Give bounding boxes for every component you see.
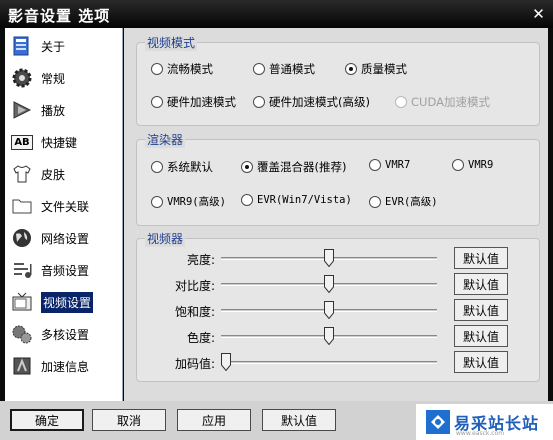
radio-dot [369, 195, 381, 208]
reset-defaults-button[interactable]: 默认值 [262, 409, 336, 431]
sidebar-item-about[interactable]: 关于 [5, 30, 123, 62]
sidebar-item-network[interactable]: 网络设置 [5, 222, 123, 254]
radio-dot-selected [241, 161, 253, 173]
slider-row-gain: 加码值: 默认值 [137, 351, 541, 373]
radio-renderer-vmr9[interactable]: VMR9 [452, 159, 493, 171]
sidebar-item-label: 文件关联 [41, 199, 90, 214]
sidebar: 关于 常规 播放 AB 快捷键 皮肤 文件关联 网络设置 音频设置 视频设置 多… [5, 28, 123, 401]
slider-row-brightness: 亮度: 默认值 [137, 247, 541, 269]
video-mode-group: 视频模式 流畅模式 普通模式 质量模式 硬件加速模式 硬件加速模式(高级) CU… [136, 34, 540, 126]
radio-hw-accel[interactable]: 硬件加速模式 [151, 94, 236, 110]
slider-thumb[interactable] [324, 301, 334, 319]
settings-panel: 视频模式 流畅模式 普通模式 质量模式 硬件加速模式 硬件加速模式(高级) CU… [124, 28, 548, 401]
radio-cuda-accel: CUDA加速模式 [395, 94, 490, 110]
radio-renderer-overlay-mixer[interactable]: 覆盖混合器(推荐) [241, 159, 346, 175]
tv-icon [10, 290, 34, 314]
radio-quality-mode[interactable]: 质量模式 [345, 61, 407, 77]
keyboard-icon: AB [10, 130, 34, 154]
gain-default-button[interactable]: 默认值 [454, 351, 508, 373]
slider-label: 对比度: [174, 279, 215, 293]
info-icon [10, 34, 34, 58]
radio-renderer-vmr9-advanced[interactable]: VMR9(高级) [151, 194, 226, 209]
sidebar-item-play[interactable]: 播放 [5, 94, 123, 126]
globe-icon [10, 226, 34, 250]
radio-smooth-mode[interactable]: 流畅模式 [151, 61, 213, 77]
radio-dot [452, 159, 464, 171]
radio-dot [151, 195, 163, 208]
slider-label: 亮度: [186, 253, 215, 267]
slider-label: 饱和度: [174, 305, 215, 319]
slider-track[interactable] [221, 361, 437, 364]
group-title: 视频器 [145, 230, 186, 247]
sidebar-item-label: 视频设置 [41, 291, 94, 313]
sidebar-item-audio[interactable]: 音频设置 [5, 254, 123, 286]
brightness-default-button[interactable]: 默认值 [454, 247, 508, 269]
radio-renderer-system-default[interactable]: 系统默认 [151, 159, 213, 175]
watermark-subtext: www.easck.com [456, 430, 505, 437]
sidebar-item-skin[interactable]: 皮肤 [5, 158, 123, 190]
slider-row-saturation: 饱和度: 默认值 [137, 299, 541, 321]
contrast-default-button[interactable]: 默认值 [454, 273, 508, 295]
multicore-icon [10, 322, 34, 346]
sidebar-item-label: 加速信息 [41, 359, 90, 374]
cancel-button[interactable]: 取消 [92, 409, 166, 431]
ok-button[interactable]: 确定 [10, 409, 84, 431]
audio-icon [10, 258, 34, 282]
sidebar-item-label: 皮肤 [41, 167, 66, 182]
shirt-icon [10, 162, 34, 186]
slider-row-contrast: 对比度: 默认值 [137, 273, 541, 295]
radio-dot [253, 63, 265, 75]
window-title: 影音设置 选项 [8, 7, 111, 25]
sidebar-item-file-assoc[interactable]: 文件关联 [5, 190, 123, 222]
gear-icon [10, 66, 34, 90]
slider-thumb[interactable] [324, 327, 334, 345]
radio-dot [151, 63, 163, 75]
apply-button[interactable]: 应用 [177, 409, 251, 431]
radio-dot [395, 96, 407, 108]
radio-renderer-vmr7[interactable]: VMR7 [369, 159, 410, 171]
video-adjust-group: 视频器 亮度: 默认值 对比度: 默认值 饱和度: 默认值 色度: 默认值 加码… [136, 230, 541, 382]
radio-dot [151, 96, 163, 108]
accel-icon [10, 354, 34, 378]
folder-icon [10, 194, 34, 218]
radio-normal-mode[interactable]: 普通模式 [253, 61, 315, 77]
radio-renderer-evr-win7[interactable]: EVR(Win7/Vista) [241, 194, 352, 206]
saturation-default-button[interactable]: 默认值 [454, 299, 508, 321]
radio-dot [369, 159, 381, 171]
play-icon [10, 98, 34, 122]
radio-hw-accel-advanced[interactable]: 硬件加速模式(高级) [253, 94, 370, 110]
radio-dot [253, 96, 265, 108]
slider-thumb[interactable] [221, 353, 231, 371]
radio-dot [241, 194, 253, 206]
watermark-logo-icon [426, 410, 450, 434]
watermark: 易采站长站 www.easck.com [416, 404, 553, 440]
sidebar-item-label: 网络设置 [41, 231, 90, 246]
hue-default-button[interactable]: 默认值 [454, 325, 508, 347]
radio-dot-selected [345, 63, 357, 75]
group-title: 渲染器 [145, 131, 186, 148]
sidebar-item-label: 多核设置 [41, 327, 90, 342]
sidebar-item-label: 播放 [41, 103, 66, 118]
close-button[interactable]: ✕ [529, 4, 549, 24]
sidebar-item-shortcuts[interactable]: AB 快捷键 [5, 126, 123, 158]
sidebar-item-video[interactable]: 视频设置 [5, 286, 123, 318]
sidebar-item-label: 常规 [41, 71, 66, 86]
radio-dot [151, 161, 163, 173]
slider-row-hue: 色度: 默认值 [137, 325, 541, 347]
slider-thumb[interactable] [324, 275, 334, 293]
slider-label: 色度: [186, 331, 215, 345]
slider-label: 加码值: [174, 357, 215, 371]
radio-renderer-evr-advanced[interactable]: EVR(高级) [369, 194, 438, 209]
group-title: 视频模式 [145, 34, 198, 51]
sidebar-item-label: 音频设置 [41, 263, 90, 278]
sidebar-item-accel[interactable]: 加速信息 [5, 350, 123, 382]
sidebar-item-multicore[interactable]: 多核设置 [5, 318, 123, 350]
sidebar-item-label: 关于 [41, 39, 66, 54]
renderer-group: 渲染器 系统默认 覆盖混合器(推荐) VMR7 VMR9 VMR9(高级) EV… [136, 131, 540, 226]
sidebar-item-general[interactable]: 常规 [5, 62, 123, 94]
title-bar: 影音设置 选项 ✕ [0, 0, 553, 28]
sidebar-item-label: 快捷键 [41, 135, 78, 150]
slider-thumb[interactable] [324, 249, 334, 267]
